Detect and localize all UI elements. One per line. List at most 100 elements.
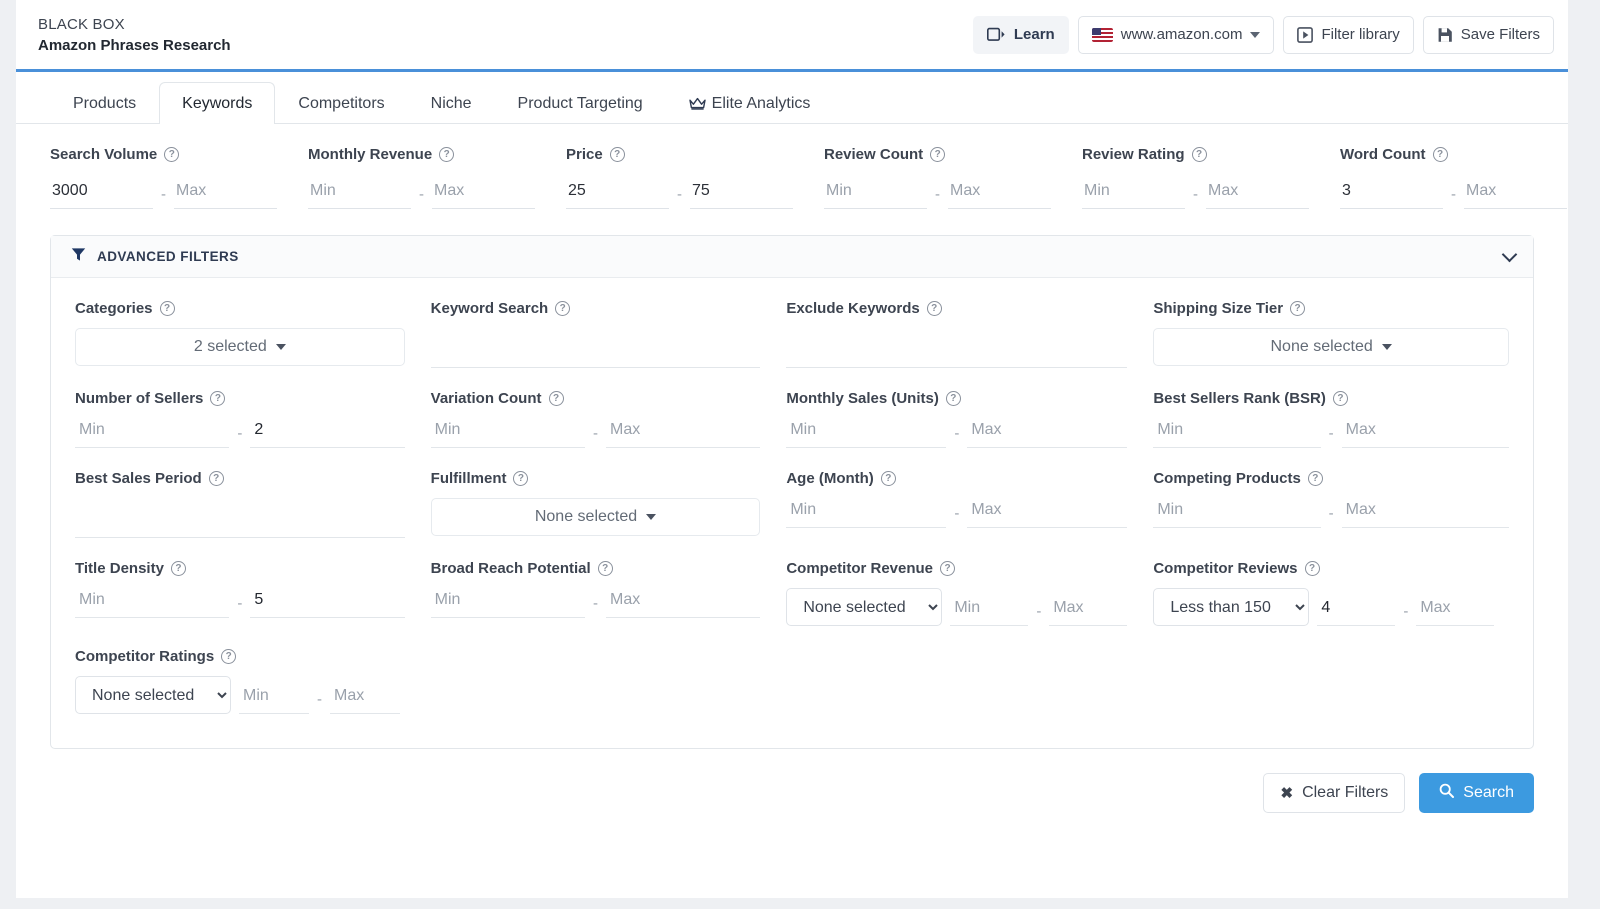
help-icon[interactable]: ?	[513, 471, 529, 486]
search-button[interactable]: Search	[1419, 773, 1534, 813]
help-icon[interactable]: ?	[945, 391, 961, 406]
clear-filters-button[interactable]: ✖ Clear Filters	[1263, 773, 1406, 813]
help-icon[interactable]: ?	[221, 649, 237, 664]
help-icon[interactable]: ?	[1191, 147, 1207, 162]
competitor-reviews-max-input[interactable]	[1416, 596, 1495, 626]
help-icon[interactable]: ?	[930, 147, 946, 162]
us-flag-icon	[1091, 27, 1113, 42]
help-icon[interactable]: ?	[1432, 147, 1448, 162]
filter-label: Categories ?	[75, 300, 405, 317]
title-density-min-input[interactable]	[75, 588, 230, 618]
word-count-min-input[interactable]	[1340, 177, 1443, 209]
competitor-revenue-min-input[interactable]	[950, 596, 1029, 626]
help-icon[interactable]: ?	[164, 147, 180, 162]
broad-reach-min-input[interactable]	[430, 588, 585, 618]
help-icon[interactable]: ?	[609, 147, 625, 162]
competitor-reviews-select[interactable]: Less than 150	[1153, 588, 1310, 626]
help-icon[interactable]: ?	[926, 301, 942, 316]
field-body: None selected -	[786, 588, 1128, 626]
variation-count-min-input[interactable]	[430, 418, 585, 448]
price-min-input[interactable]	[566, 177, 669, 209]
help-icon[interactable]: ?	[555, 301, 571, 316]
review-rating-min-input[interactable]	[1082, 177, 1185, 209]
search-volume-max-input[interactable]	[174, 177, 277, 209]
help-icon[interactable]: ?	[159, 301, 175, 316]
monthly-revenue-min-input[interactable]	[308, 177, 411, 209]
help-icon[interactable]: ?	[940, 561, 956, 576]
monthly-sales-max-input[interactable]	[967, 418, 1128, 448]
bsr-max-input[interactable]	[1341, 418, 1509, 448]
help-icon[interactable]: ?	[439, 147, 455, 162]
tab-products[interactable]: Products	[50, 82, 159, 124]
filter-monthly-revenue: Monthly Revenue ? -	[308, 146, 566, 209]
learn-button[interactable]: Learn	[972, 15, 1069, 54]
monthly-sales-min-input[interactable]	[786, 418, 947, 448]
field-body: -	[1153, 418, 1509, 448]
title-density-max-input[interactable]	[250, 588, 405, 618]
competing-products-max-input[interactable]	[1341, 498, 1509, 528]
filter-library-button[interactable]: Filter library	[1283, 15, 1414, 54]
tab-elite-analytics[interactable]: Elite Analytics	[666, 82, 834, 124]
help-icon[interactable]: ?	[880, 471, 896, 486]
content-card: Products Keywords Competitors Niche Prod…	[16, 72, 1568, 898]
filter-exclude-keywords: Exclude Keywords ?	[786, 300, 1153, 390]
tab-competitors[interactable]: Competitors	[275, 82, 407, 124]
broad-reach-max-input[interactable]	[605, 588, 761, 618]
help-icon[interactable]: ?	[597, 561, 613, 576]
search-volume-min-input[interactable]	[50, 177, 153, 209]
variation-count-max-input[interactable]	[605, 418, 761, 448]
advanced-filters-header[interactable]: ADVANCED FILTERS	[51, 236, 1533, 278]
help-icon[interactable]: ?	[548, 391, 564, 406]
monthly-revenue-max-input[interactable]	[432, 177, 535, 209]
save-filters-button[interactable]: Save Filters	[1422, 15, 1554, 54]
filter-label: Age (Month) ?	[786, 470, 1127, 487]
field-body: -	[75, 588, 405, 618]
help-icon[interactable]: ?	[1290, 301, 1306, 316]
keyword-search-input[interactable]	[430, 338, 761, 368]
word-count-max-input[interactable]	[1464, 177, 1567, 209]
help-icon[interactable]: ?	[170, 561, 186, 576]
field-body	[75, 498, 405, 538]
exclude-keywords-input[interactable]	[786, 338, 1128, 368]
competitor-revenue-select[interactable]: None selected	[786, 588, 943, 626]
filter-competing-products: Competing Products ? -	[1153, 470, 1509, 560]
field-body: None selected -	[75, 676, 405, 714]
number-of-sellers-max-input[interactable]	[250, 418, 405, 448]
label-text: Fulfillment	[430, 470, 507, 487]
shipping-size-tier-multiselect[interactable]: None selected	[1153, 328, 1509, 366]
label-text: Monthly Sales (Units)	[786, 390, 939, 407]
tab-keywords[interactable]: Keywords	[159, 82, 276, 124]
best-sales-period-input[interactable]	[75, 508, 405, 538]
tab-niche[interactable]: Niche	[408, 82, 495, 124]
filter-label: Word Count ?	[1340, 146, 1598, 163]
review-count-max-input[interactable]	[948, 177, 1051, 209]
help-icon[interactable]: ?	[208, 471, 224, 486]
range-dash: -	[1328, 425, 1334, 442]
number-of-sellers-min-input[interactable]	[75, 418, 230, 448]
bsr-min-input[interactable]	[1153, 418, 1321, 448]
age-month-min-input[interactable]	[786, 498, 947, 528]
filter-best-sellers-rank: Best Sellers Rank (BSR) ? -	[1153, 390, 1509, 470]
competitor-ratings-min-input[interactable]	[239, 684, 309, 714]
help-icon[interactable]: ?	[1332, 391, 1348, 406]
price-max-input[interactable]	[690, 177, 793, 209]
competing-products-min-input[interactable]	[1153, 498, 1321, 528]
review-rating-max-input[interactable]	[1206, 177, 1309, 209]
competitor-revenue-max-input[interactable]	[1049, 596, 1128, 626]
caret-down-icon	[275, 344, 286, 350]
help-icon[interactable]: ?	[1304, 561, 1320, 576]
chevron-down-icon[interactable]	[1501, 246, 1518, 262]
competitor-reviews-min-input[interactable]	[1317, 596, 1396, 626]
range-inputs: -	[824, 177, 1082, 209]
fulfillment-multiselect[interactable]: None selected	[430, 498, 761, 536]
competitor-ratings-select[interactable]: None selected	[75, 676, 231, 714]
categories-multiselect[interactable]: 2 selected	[75, 328, 405, 366]
marketplace-selector[interactable]: www.amazon.com	[1077, 15, 1275, 54]
age-month-max-input[interactable]	[967, 498, 1128, 528]
range-dash: -	[592, 425, 598, 442]
help-icon[interactable]: ?	[1307, 471, 1323, 486]
competitor-ratings-max-input[interactable]	[330, 684, 400, 714]
tab-product-targeting[interactable]: Product Targeting	[495, 82, 666, 124]
help-icon[interactable]: ?	[210, 391, 226, 406]
review-count-min-input[interactable]	[824, 177, 927, 209]
